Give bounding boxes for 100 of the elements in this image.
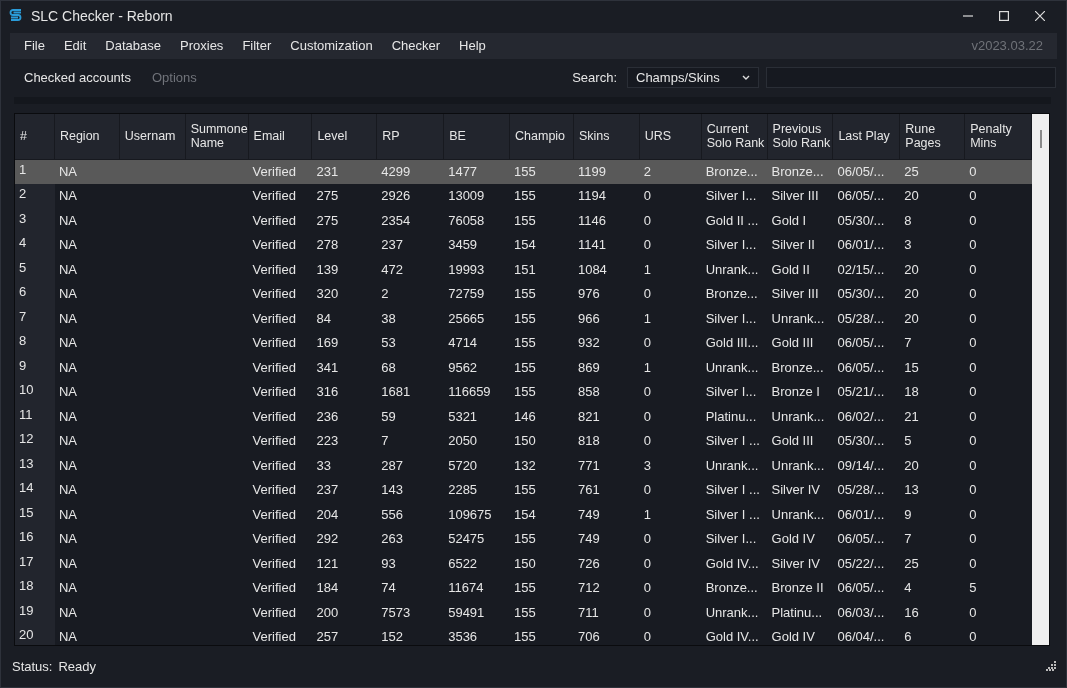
table-cell: 06/05/... [837, 359, 885, 375]
column-header[interactable]: Region [54, 113, 120, 160]
column-header[interactable]: Rune Pages [900, 113, 966, 160]
table-row[interactable]: 20 NA Verified 257 152 3536 155 706 0 Gold IV... Gold IV 06/04/... 6 0 [15, 625, 1032, 645]
table-row[interactable]: 3 NA Verified 275 2354 76058 155 1146 0 Gold II ... Gold I 05/30/... 8 0 [15, 208, 1032, 234]
table-row[interactable]: 18 NA Verified 184 74 11674 155 712 0 Bronze... Bronze II 06/05/... 4 5 [15, 576, 1032, 601]
table-cell: 231 [316, 163, 339, 179]
table-cell: 5321 [448, 408, 478, 424]
table-cell: Gold IV... [705, 629, 759, 645]
menu-item[interactable]: Checker [391, 38, 441, 54]
table-cell: NA [58, 555, 77, 571]
table-cell: 06/05/... [837, 580, 885, 596]
table-cell: 93 [381, 555, 396, 571]
table-cell: 3536 [448, 629, 478, 645]
menu-item[interactable]: File [24, 38, 45, 54]
table-cell: 121 [316, 555, 339, 571]
table-cell: 200 [316, 604, 339, 620]
table-cell: Verified [252, 506, 296, 522]
table-cell: 0 [969, 286, 977, 302]
table-cell: 18 [904, 384, 919, 400]
column-header[interactable]: Email [248, 113, 313, 160]
column-header[interactable]: Usernam [119, 113, 186, 160]
table-cell: 0 [969, 433, 977, 449]
table-row[interactable]: 6 NA Verified 320 2 72759 155 976 0 Bronze... Silver III 05/30/... 20 0 [15, 282, 1032, 307]
column-header[interactable]: Skins [573, 113, 640, 160]
table-row[interactable]: 15 NA Verified 204 556 109675 154 749 1 Silver I ... Unrank... 06/01/... 9 0 [15, 502, 1032, 528]
menu-item[interactable]: Edit [63, 38, 87, 54]
table-cell: 556 [381, 506, 403, 522]
table-cell: 1199 [577, 163, 606, 179]
table-cell: Verified [252, 335, 296, 351]
table-cell: 0 [969, 482, 977, 498]
table-row[interactable]: 16 NA Verified 292 263 52475 155 749 0 Silver I... Gold IV 06/05/... 7 0 [15, 527, 1032, 552]
search-label: Search: [572, 70, 617, 86]
close-icon[interactable] [1035, 11, 1045, 22]
table-cell: 16 [904, 604, 919, 620]
column-header[interactable]: # [15, 113, 55, 160]
table-cell: NA [58, 359, 77, 375]
table-cell: 68 [381, 359, 396, 375]
table-cell: Verified [252, 261, 296, 277]
table-cell: 6522 [448, 555, 478, 571]
tab[interactable]: Options [151, 70, 197, 86]
table-row[interactable]: 17 NA Verified 121 93 6522 150 726 0 Gold IV... Silver IV 05/22/... 25 0 [15, 551, 1032, 577]
column-header[interactable]: BE [444, 113, 511, 160]
table-row[interactable]: 11 NA Verified 236 59 5321 146 821 0 Platinu... Unrank... 06/02/... 21 0 [15, 404, 1032, 430]
table-cell: 76058 [448, 212, 485, 228]
table-row[interactable]: 4 NA Verified 278 237 3459 154 1141 0 Silver I... Silver II 06/01/... 3 0 [15, 233, 1032, 258]
column-header[interactable]: RP [377, 113, 445, 160]
table-row[interactable]: 8 NA Verified 169 53 4714 155 932 0 Gold III... Gold III 06/05/... 7 0 [15, 331, 1032, 356]
table-cell: 0 [969, 261, 977, 277]
table-cell: 05/28/... [837, 482, 885, 498]
column-header[interactable]: Last Play [833, 113, 901, 160]
table-cell: 278 [316, 237, 339, 253]
table-cell: 169 [316, 335, 339, 351]
table-row[interactable]: 10 NA Verified 316 1681 116659 155 858 0 Silver I... Bronze I 05/21/... 18 0 [15, 380, 1032, 405]
table-cell: 7 [904, 531, 912, 547]
table-cell: 19993 [448, 261, 485, 277]
table-cell: Verified [252, 310, 296, 326]
table-cell: 20 [904, 457, 919, 473]
table-cell: 0 [643, 531, 652, 547]
table-row[interactable]: 13 NA Verified 33 287 5720 132 771 3 Unrank... Unrank... 09/14/... 20 0 [15, 453, 1032, 479]
table-cell: 155 [514, 482, 536, 498]
resize-grip-icon[interactable] [1046, 661, 1056, 672]
menu-item[interactable]: Customization [290, 38, 373, 54]
table-row[interactable]: 2 NA Verified 275 2926 13009 155 1194 0 Silver I... Silver III 06/05/... 20 0 [15, 184, 1032, 209]
table-cell: 2 [381, 286, 389, 302]
table-row[interactable]: 1 NA Verified 231 4299 1477 155 1199 2 Bronze... Bronze... 06/05/... 25 0 [15, 159, 1032, 185]
menu-item[interactable]: Database [105, 38, 161, 54]
scrollbar-thumb[interactable] [1040, 129, 1042, 148]
table-cell: 236 [316, 408, 339, 424]
table-row[interactable]: 19 NA Verified 200 7573 59491 155 711 0 Unrank... Platinu... 06/03/... 16 0 [15, 600, 1032, 626]
column-header[interactable]: Summone Name [185, 113, 249, 160]
table-cell: 0 [969, 359, 977, 375]
row-number: 16 [19, 529, 34, 545]
table-row[interactable]: 12 NA Verified 223 7 2050 150 818 0 Silver I ... Gold III 05/30/... 5 0 [15, 429, 1032, 454]
search-mode-dropdown[interactable]: Champs/Skins [627, 67, 759, 89]
column-header[interactable]: Current Solo Rank [701, 113, 768, 160]
table-cell: 275 [316, 188, 339, 204]
scrollbar[interactable] [1032, 113, 1049, 645]
table-cell: 184 [316, 580, 339, 596]
tab[interactable]: Checked accounts [24, 70, 131, 86]
column-header[interactable]: URS [639, 113, 702, 160]
table-cell: 472 [381, 261, 403, 277]
table-cell: Silver III [771, 286, 819, 302]
table-cell: 749 [577, 506, 600, 522]
column-header[interactable]: Previous Solo Rank [767, 113, 834, 160]
table-cell: 1194 [577, 188, 606, 204]
table-row[interactable]: 14 NA Verified 237 143 2285 155 761 0 Silver I ... Silver IV 05/28/... 13 0 [15, 478, 1032, 503]
table-row[interactable]: 5 NA Verified 139 472 19993 151 1084 1 Unrank... Gold II 02/15/... 20 0 [15, 257, 1032, 283]
menu-item[interactable]: Filter [242, 38, 272, 54]
table-cell: 858 [577, 384, 600, 400]
column-header[interactable]: Champio [510, 113, 574, 160]
table-cell: Verified [252, 237, 296, 253]
maximize-icon[interactable] [999, 11, 1009, 22]
table-cell: Verified [252, 629, 296, 645]
table-row[interactable]: 9 NA Verified 341 68 9562 155 869 1 Unrank... Bronze... 06/05/... 15 0 [15, 355, 1032, 381]
menu-item[interactable]: Proxies [180, 38, 224, 54]
table-row[interactable]: 7 NA Verified 84 38 25665 155 966 1 Silver I... Unrank... 05/28/... 20 0 [15, 306, 1032, 332]
table-cell: 25665 [448, 310, 485, 326]
column-header[interactable]: Level [312, 113, 378, 160]
menu-item[interactable]: Help [459, 38, 486, 54]
